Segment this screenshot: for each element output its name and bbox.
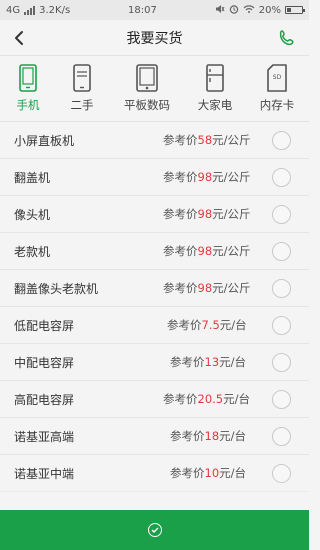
select-radio[interactable]: [272, 464, 291, 483]
mute-icon: [215, 4, 225, 17]
item-name: 中配电容屏: [14, 355, 75, 370]
item-price: 参考价18元/台: [170, 429, 247, 443]
tab-appliance[interactable]: 大家电: [186, 56, 244, 113]
confirm-bar[interactable]: [0, 510, 309, 550]
network-type: 4G: [6, 4, 21, 16]
select-radio[interactable]: [272, 242, 291, 261]
item-name: 翻盖像头老款机: [14, 281, 99, 296]
select-radio[interactable]: [272, 427, 291, 446]
item-list: 小屏直板机 参考价58元/公斤 翻盖机 参考价98元/公斤 像头机 参考价98元…: [0, 122, 309, 492]
list-item[interactable]: 高配电容屏 参考价20.5元/台: [0, 381, 309, 418]
svg-text:SD: SD: [273, 74, 282, 81]
item-price: 参考价7.5元/台: [167, 318, 247, 332]
item-name: 低配电容屏: [14, 318, 75, 333]
item-name: 诺基亚高端: [14, 429, 75, 444]
tab-used[interactable]: 二手: [56, 56, 108, 113]
alarm-icon: [229, 4, 239, 17]
network-speed: 3.2K/s: [39, 4, 71, 16]
wifi-icon: [243, 4, 255, 17]
item-price: 参考价98元/公斤: [163, 207, 251, 221]
call-button[interactable]: [277, 28, 297, 48]
item-price: 参考价98元/公斤: [163, 170, 251, 184]
tab-label: 平板数码: [124, 98, 170, 112]
item-name: 小屏直板机: [14, 133, 75, 148]
battery-icon: [284, 6, 305, 14]
chevron-left-icon: [15, 31, 23, 45]
select-radio[interactable]: [272, 168, 291, 187]
select-radio[interactable]: [272, 279, 291, 298]
select-radio[interactable]: [272, 353, 291, 372]
fridge-icon: [202, 63, 228, 93]
list-item[interactable]: 像头机 参考价98元/公斤: [0, 196, 309, 233]
item-name: 老款机: [14, 244, 51, 259]
list-item[interactable]: 诺基亚中端 参考价10元/台: [0, 455, 309, 492]
back-button[interactable]: [10, 28, 30, 48]
tab-tablet[interactable]: 平板数码: [108, 56, 186, 113]
status-bar: 4G 3.2K/s 18:07 20%: [0, 0, 309, 20]
item-price: 参考价98元/公斤: [163, 281, 251, 295]
tab-label: 大家电: [197, 98, 233, 112]
phone-icon: [15, 63, 41, 93]
list-item[interactable]: 老款机 参考价98元/公斤: [0, 233, 309, 270]
signal-icon: [24, 5, 36, 15]
item-price: 参考价98元/公斤: [163, 244, 251, 258]
select-radio[interactable]: [272, 316, 291, 335]
battery-percent: 20%: [258, 4, 281, 16]
tab-memory-card[interactable]: SD 内存卡: [244, 56, 309, 113]
item-price: 参考价20.5元/台: [163, 392, 250, 406]
sd-card-icon: SD: [264, 63, 290, 93]
item-name: 翻盖机: [14, 170, 51, 185]
confirm-button[interactable]: [147, 523, 162, 537]
item-name: 诺基亚中端: [14, 466, 75, 481]
item-name: 高配电容屏: [14, 392, 75, 407]
item-price: 参考价10元/台: [170, 466, 247, 480]
tab-phone[interactable]: 手机: [0, 56, 56, 113]
tab-label: 手机: [16, 98, 40, 112]
tablet-icon: [134, 63, 160, 93]
tab-label: 内存卡: [259, 98, 295, 112]
select-radio[interactable]: [272, 390, 291, 409]
select-radio[interactable]: [272, 131, 291, 150]
category-tabs: 手机 二手 平板数码 大家电 SD 内存卡: [0, 56, 309, 122]
phone-icon: [279, 30, 294, 46]
list-item[interactable]: 翻盖像头老款机 参考价98元/公斤: [0, 270, 309, 307]
item-price: 参考价58元/公斤: [163, 133, 251, 147]
tab-label: 二手: [70, 98, 94, 112]
check-icon: [147, 523, 162, 537]
clock: 18:07: [128, 4, 157, 16]
select-radio[interactable]: [272, 205, 291, 224]
header: 我要买货: [0, 20, 309, 56]
item-name: 像头机: [14, 207, 51, 222]
list-item[interactable]: 低配电容屏 参考价7.5元/台: [0, 307, 309, 344]
list-item[interactable]: 翻盖机 参考价98元/公斤: [0, 159, 309, 196]
list-item[interactable]: 中配电容屏 参考价13元/台: [0, 344, 309, 381]
page-title: 我要买货: [126, 30, 183, 47]
used-phone-icon: [69, 63, 95, 93]
list-item[interactable]: 小屏直板机 参考价58元/公斤: [0, 122, 309, 159]
list-item[interactable]: 诺基亚高端 参考价18元/台: [0, 418, 309, 455]
item-price: 参考价13元/台: [170, 355, 247, 369]
